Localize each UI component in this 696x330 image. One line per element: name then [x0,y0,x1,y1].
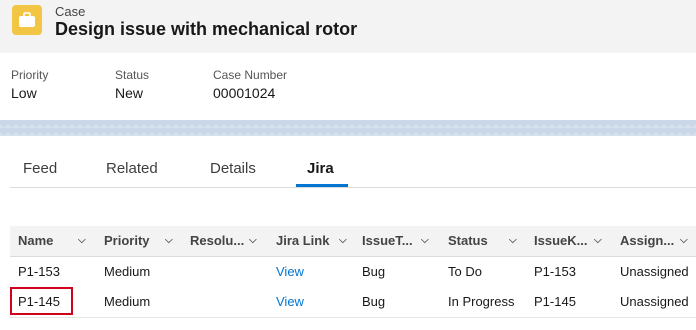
cell-status: In Progress [448,294,515,309]
table-row: P1-145 Medium View Bug In Progress P1-14… [10,287,696,318]
column-label: IssueT... [362,233,413,248]
priority-field: Priority Low [11,68,48,101]
column-header-issue-type[interactable]: IssueT... ⌵ [362,226,442,256]
column-header-resolution[interactable]: Resolu... ⌵ [190,226,270,256]
cell-assignee: Unassigned [620,264,689,279]
column-header-name[interactable]: Name ⌵ [18,226,98,256]
record-header: Case Design issue with mechanical rotor [0,0,696,53]
column-label: Status [448,233,488,248]
cell-issue-key: P1-145 [534,294,576,309]
chevron-down-icon[interactable]: ⌵ [339,226,347,256]
column-label: Name [18,233,54,248]
cell-assignee: Unassigned [620,294,689,309]
decorative-band [0,120,696,136]
case-number-value: 00001024 [213,85,276,101]
column-label: Jira Link [276,233,330,248]
tab-divider [10,187,696,188]
tab-related[interactable]: Related [106,160,158,177]
tab-feed[interactable]: Feed [23,160,57,177]
tab-bar: Feed Related Details Jira [0,136,696,189]
cell-status: To Do [448,264,482,279]
column-header-jira-link[interactable]: Jira Link ⌵ [276,226,356,256]
chevron-down-icon[interactable]: ⌵ [421,226,429,256]
column-label: Priority [104,233,150,248]
cell-issue-key: P1-153 [534,264,576,279]
briefcase-icon [12,5,42,35]
cell-priority: Medium [104,264,151,279]
status-value: New [115,85,144,101]
chevron-down-icon[interactable]: ⌵ [165,226,173,256]
view-link[interactable]: View [276,287,304,317]
cell-priority: Medium [104,294,151,309]
priority-label: Priority [11,68,49,82]
column-label: Resolu... [190,233,245,248]
table-row: P1-153 Medium View Bug To Do P1-153 Unas… [10,257,696,288]
priority-value: Low [11,85,37,101]
column-header-priority[interactable]: Priority ⌵ [104,226,184,256]
chevron-down-icon[interactable]: ⌵ [594,226,602,256]
object-type-label: Case [55,4,86,19]
chevron-down-icon[interactable]: ⌵ [509,226,517,256]
column-header-issue-key[interactable]: IssueK... ⌵ [534,226,614,256]
column-header-status[interactable]: Status ⌵ [448,226,528,256]
cell-issue-type: Bug [362,264,386,279]
column-label: IssueK... [534,233,588,248]
tab-details[interactable]: Details [210,160,256,177]
table-header: Name ⌵ Priority ⌵ Resolu... ⌵ Jira Link … [10,226,696,257]
cell-name[interactable]: P1-145 [18,287,60,317]
chevron-down-icon[interactable]: ⌵ [78,226,86,256]
chevron-down-icon[interactable]: ⌵ [680,226,688,256]
chevron-down-icon[interactable]: ⌵ [249,226,257,256]
view-link[interactable]: View [276,257,304,287]
highlights-panel: Priority Low Status New Case Number 0000… [0,53,696,120]
page-title: Design issue with mechanical rotor [55,19,358,39]
status-field: Status New [115,68,149,101]
case-number-field: Case Number 00001024 [213,68,287,101]
tab-jira[interactable]: Jira [307,160,334,177]
case-number-label: Case Number [213,68,288,82]
cell-name: P1-153 [18,264,60,279]
cell-issue-type: Bug [362,294,386,309]
column-header-assignee[interactable]: Assign... ⌵ [620,226,696,256]
status-label: Status [115,68,150,82]
column-label: Assign... [620,233,675,248]
